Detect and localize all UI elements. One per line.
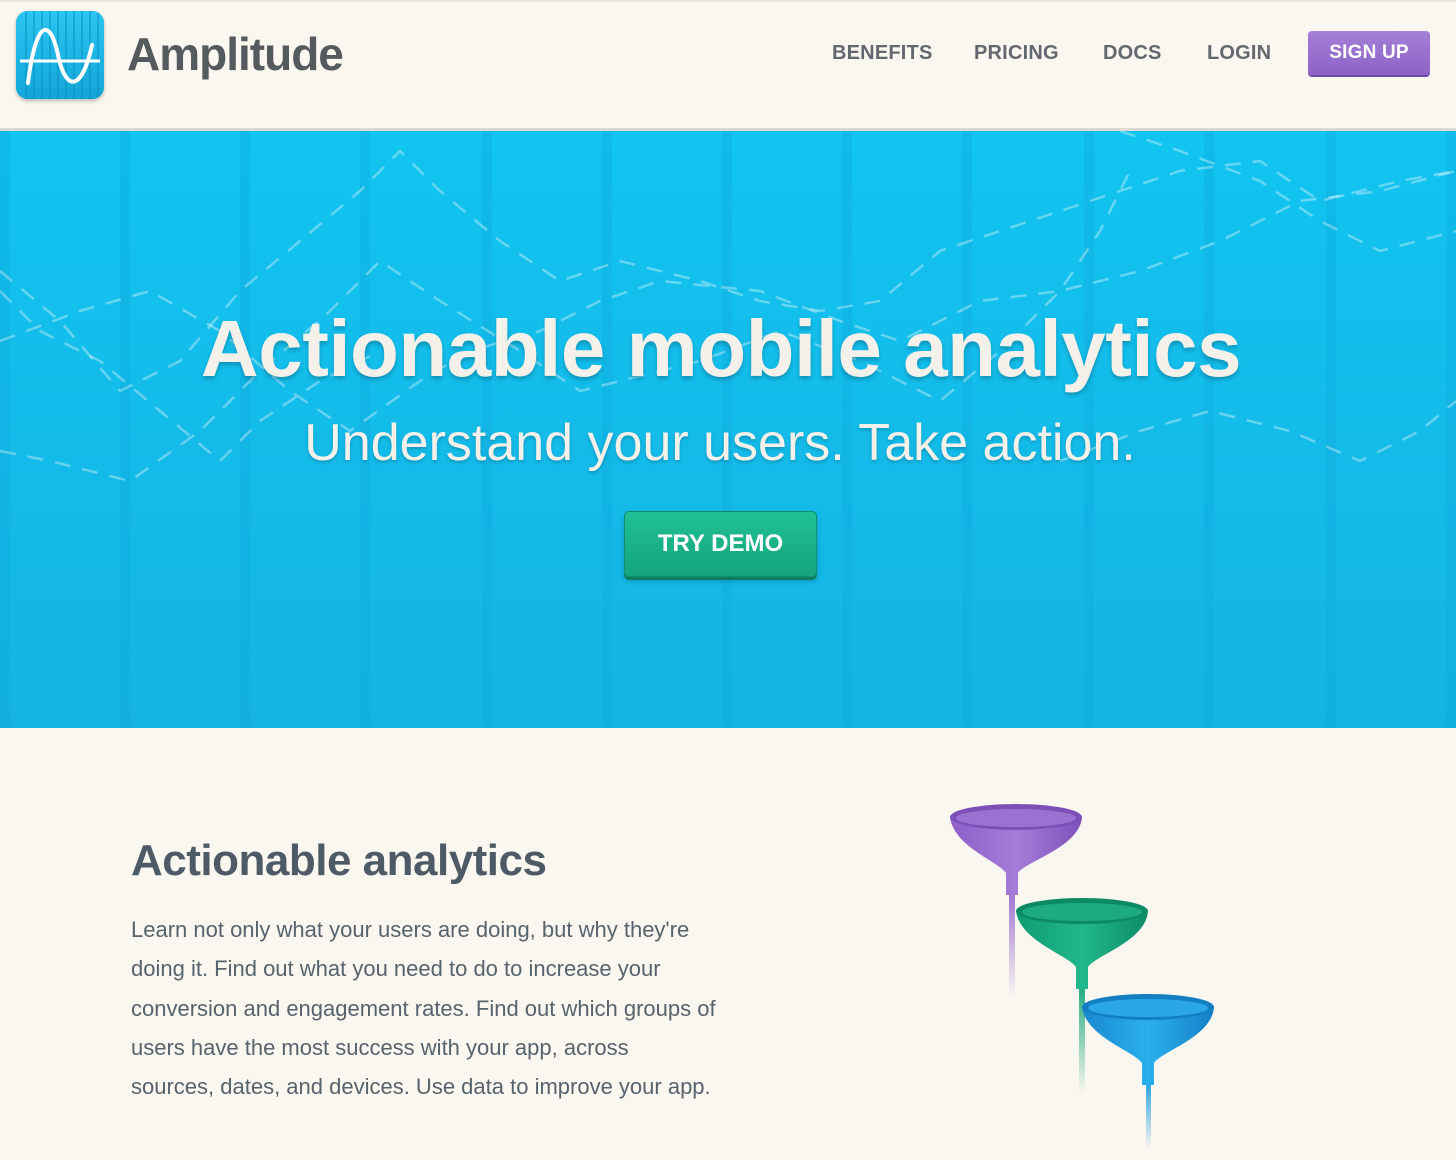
nav-docs-link[interactable]: DOCS	[1103, 42, 1162, 65]
hero-title: Actionable mobile analytics	[200, 304, 1242, 393]
section-body: Learn not only what your users are doing…	[131, 917, 716, 1100]
purple-funnel	[950, 804, 1082, 895]
brand-name[interactable]: Amplitude	[127, 27, 344, 81]
section-title: Actionable analytics	[131, 836, 547, 885]
hero-subtitle: Understand your users. Take action.	[304, 414, 1136, 472]
try-demo-button[interactable]: TRY DEMO	[624, 511, 817, 577]
blue-funnel	[1082, 994, 1214, 1085]
nav-login-link[interactable]: LOGIN	[1207, 42, 1271, 65]
green-funnel	[1016, 898, 1148, 989]
sign-up-button[interactable]: SIGN UP	[1308, 31, 1430, 75]
amplitude-wave-icon[interactable]	[16, 11, 104, 99]
hero-banner: Actionable mobile analytics Understand y…	[0, 131, 1456, 728]
funnels-illustration	[940, 795, 1230, 1160]
site-header: Amplitude BENEFITS PRICING DOCS LOGIN SI…	[0, 0, 1456, 131]
nav-pricing-link[interactable]: PRICING	[974, 42, 1059, 65]
nav-benefits-link[interactable]: BENEFITS	[832, 42, 933, 65]
